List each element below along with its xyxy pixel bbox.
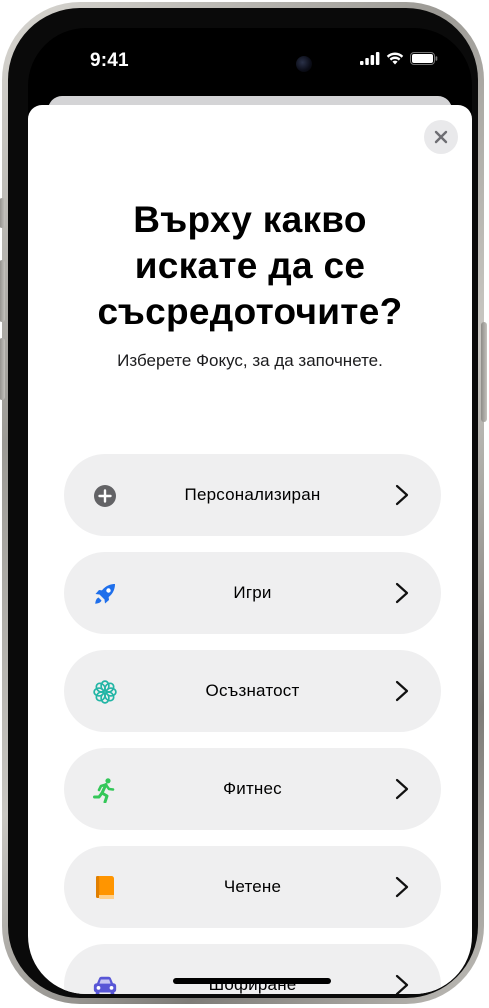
chevron-right-icon <box>395 778 409 800</box>
flower-icon <box>92 679 118 705</box>
power-button <box>481 322 487 422</box>
focus-options-list: Персонализиран Игри Осъзнатост Фитнес Че… <box>64 454 441 994</box>
battery-icon <box>410 52 438 65</box>
title-line-3: съсредоточите? <box>97 291 403 332</box>
cellular-signal-icon <box>360 52 380 65</box>
dynamic-island <box>191 48 309 83</box>
option-label: Игри <box>233 583 272 602</box>
status-bar: 9:41 <box>28 28 472 98</box>
chevron-right-icon <box>395 484 409 506</box>
subtitle: Изберете Фокус, за да започнете. <box>117 351 383 370</box>
running-figure-icon <box>92 777 118 803</box>
option-mindfulness[interactable]: Осъзнатост <box>64 650 441 732</box>
option-label: Осъзнатост <box>205 681 300 700</box>
chevron-right-icon <box>395 680 409 702</box>
book-icon <box>92 875 118 901</box>
title-line-2: искате да се <box>134 245 366 286</box>
chevron-right-icon <box>395 876 409 898</box>
front-camera <box>296 56 312 72</box>
chevron-right-icon <box>395 582 409 604</box>
home-indicator[interactable] <box>173 978 331 984</box>
option-label: Фитнес <box>223 779 282 798</box>
volume-down-button <box>0 338 5 400</box>
option-reading[interactable]: Четене <box>64 846 441 928</box>
option-custom[interactable]: Персонализиран <box>64 454 441 536</box>
status-icons <box>360 52 438 65</box>
option-driving[interactable]: Шофиране <box>64 944 441 994</box>
volume-up-button <box>0 260 5 322</box>
status-time: 9:41 <box>90 50 129 71</box>
plus-circle-icon <box>92 483 118 509</box>
bezel: 9:41 Върху какво искате да се съсредоточ… <box>8 8 478 998</box>
option-label: Персонализиран <box>184 485 321 504</box>
car-icon <box>92 973 118 994</box>
focus-sheet: Върху какво искате да се съсредоточите? … <box>28 105 472 994</box>
phone-device: 9:41 Върху какво искате да се съсредоточ… <box>0 2 487 1004</box>
page-title: Върху какво искате да се съсредоточите? <box>48 197 452 335</box>
option-fitness[interactable]: Фитнес <box>64 748 441 830</box>
action-button <box>0 198 5 228</box>
close-button[interactable] <box>424 120 458 154</box>
rocket-icon <box>92 581 118 607</box>
title-line-1: Върху какво <box>133 199 367 240</box>
screen: 9:41 Върху какво искате да се съсредоточ… <box>28 28 472 994</box>
chevron-right-icon <box>395 974 409 994</box>
option-gaming[interactable]: Игри <box>64 552 441 634</box>
option-label: Четене <box>223 877 282 896</box>
close-icon <box>434 130 448 144</box>
wifi-icon <box>386 52 404 65</box>
